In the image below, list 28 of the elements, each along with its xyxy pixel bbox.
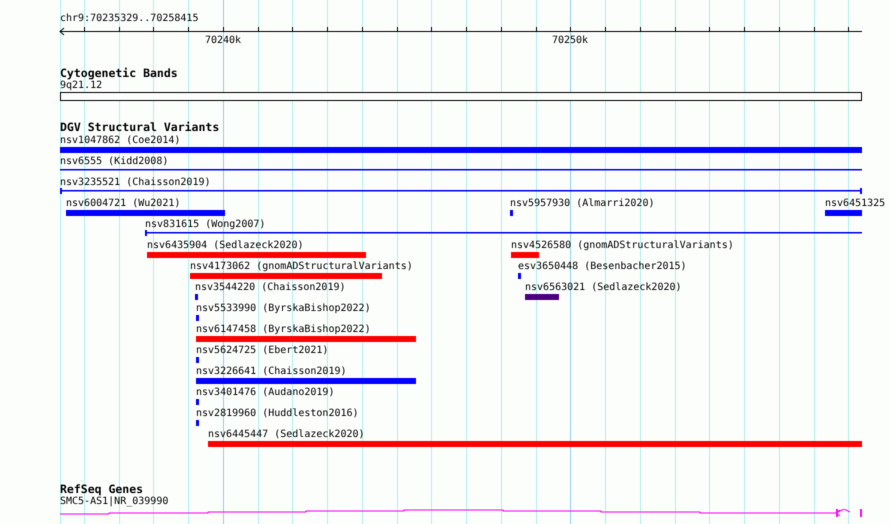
variant-label: nsv3226641 (Chaisson2019) [196, 366, 347, 377]
variant-label: nsv6451325 [825, 198, 886, 209]
location-label: chr9:70235329..70258415 [60, 13, 198, 24]
variant-label: nsv6147458 (ByrskaBishop2022) [196, 324, 371, 335]
variant-label: nsv6563021 (Sedlazeck2020) [525, 282, 682, 293]
track-title: Cytogenetic Bands [60, 67, 178, 80]
track-title: DGV Structural Variants [60, 121, 220, 134]
variant-label: nsv6435904 (Sedlazeck2020) [147, 240, 304, 251]
variant-label: nsv5624725 (Ebert2021) [196, 345, 328, 356]
variant-label: esv3650448 (Besenbacher2015) [518, 261, 687, 272]
variant-label: nsv6445447 (Sedlazeck2020) [208, 429, 365, 440]
variant-label: nsv3544220 (Chaisson2019) [195, 282, 346, 293]
variant-label: nsv6555 (Kidd2008) [60, 156, 168, 167]
variant-label: nsv5533990 (ByrskaBishop2022) [196, 303, 371, 314]
band-label: 9q21.12 [60, 80, 102, 91]
variant-label: nsv3235521 (Chaisson2019) [60, 177, 211, 188]
variant-label: nsv2819960 (Huddleston2016) [196, 408, 359, 419]
tick-label: 70250k [550, 35, 590, 46]
variant-label: nsv831615 (Wong2007) [145, 219, 266, 230]
variant-label: nsv4526580 (gnomADStructuralVariants) [511, 240, 734, 251]
variant-label: nsv3401476 (Audano2019) [196, 387, 334, 398]
variant-label: nsv1047862 (Coe2014) [60, 135, 180, 146]
track-title: RefSeq Genes [60, 483, 144, 496]
gene-label: SMC5-AS1|NR_039990 [60, 496, 168, 507]
variant-label: nsv6004721 (Wu2021) [66, 198, 180, 209]
variant-label: nsv4173062 (gnomADStructuralVariants) [190, 261, 413, 272]
tick-label: 70240k [204, 35, 242, 46]
variant-label: nsv5957930 (Almarri2020) [510, 198, 654, 209]
